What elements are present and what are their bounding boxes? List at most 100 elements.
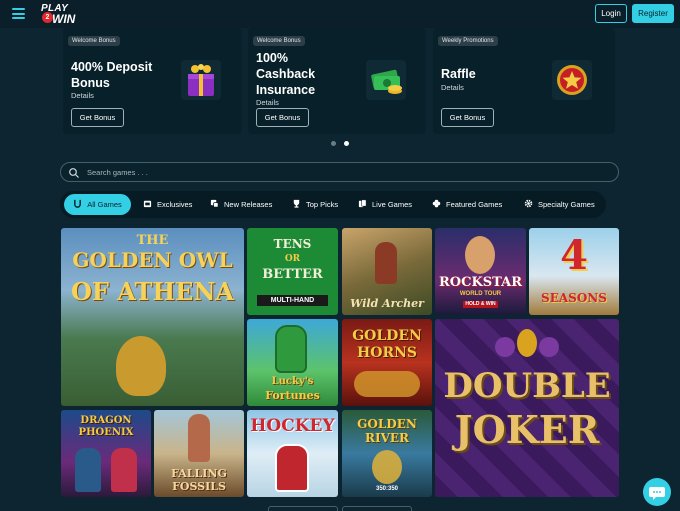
promo-title-line: 400% Deposit (71, 60, 153, 74)
game-title-line: OR (284, 254, 301, 264)
register-button[interactable]: Register (632, 4, 674, 23)
promo-card-deposit-bonus: Welcome Bonus 400% Deposit Bonus Details… (63, 28, 242, 134)
game-title-line: THE (136, 233, 169, 248)
hockey-player-illustration (275, 444, 309, 492)
game-title-line: JOKER (454, 407, 600, 452)
promo-card-raffle: Weekly Promotions Raffle Details Get Bon… (433, 28, 615, 134)
game-title-line: SEASONS (541, 291, 607, 305)
game-tile-falling-fossils[interactable]: FALLING FOSSILS (154, 410, 244, 497)
promo-title-line: Raffle (441, 67, 476, 81)
leprechaun-illustration (275, 325, 307, 373)
game-tile-golden-horns[interactable]: GOLDEN HORNS (342, 319, 432, 406)
search-input[interactable] (87, 165, 607, 179)
login-button[interactable]: Login (595, 4, 627, 23)
promo-title-line: Insurance (256, 83, 316, 97)
get-bonus-button[interactable]: Get Bonus (441, 108, 494, 127)
archer-illustration (375, 242, 397, 284)
carousel-dot[interactable] (331, 141, 336, 146)
game-title-line: FALLING (171, 467, 227, 480)
tab-exclusives[interactable]: Exclusives (143, 194, 192, 215)
get-bonus-button[interactable]: Get Bonus (71, 108, 124, 127)
promo-badge: Welcome Bonus (253, 36, 305, 46)
game-title-line: Lucky's (271, 376, 314, 387)
game-title-line: 350:350 (375, 486, 399, 492)
logo-win-text: WIN (52, 12, 76, 26)
game-title-line: HORNS (357, 345, 417, 361)
tab-new-releases[interactable]: New Releases (210, 194, 272, 215)
trophy-icon (293, 199, 300, 208)
promo-badge: Weekly Promotions (438, 36, 498, 46)
river-illustration (372, 450, 402, 484)
tab-label: Live Games (372, 200, 413, 209)
promo-card-cashback: Welcome Bonus 100% Cashback Insurance De… (248, 28, 426, 134)
game-title-line: GOLDEN OWL (72, 248, 233, 272)
game-tile-golden-river[interactable]: GOLDEN RIVER 350:350 (342, 410, 432, 497)
star-medal-icon (552, 60, 592, 100)
search-bar (60, 162, 619, 182)
play2win-logo[interactable]: PLAY 2 WIN (38, 2, 88, 26)
game-title-line: TENS (273, 237, 312, 251)
game-title-line: BETTER (262, 267, 323, 282)
tab-featured-games[interactable]: Featured Games (432, 194, 502, 215)
game-title-line: HOLD & WIN (463, 301, 498, 308)
promo-title-line: Cashback (256, 67, 316, 81)
tab-live-games[interactable]: Live Games (358, 194, 412, 215)
carousel-dot-active[interactable] (344, 141, 349, 146)
tab-label: Specialty Games (538, 200, 595, 209)
game-title-line: GOLDEN (352, 328, 422, 344)
promo-details-link[interactable]: Details (71, 91, 94, 100)
game-title-line: MULTI-HAND (257, 295, 328, 306)
hero-illustration (75, 448, 101, 492)
promo-title: 400% Deposit Bonus (71, 59, 152, 91)
tab-specialty-games[interactable]: Specialty Games (524, 194, 595, 215)
promo-title: Raffle (441, 66, 476, 82)
jester-hat-illustration (495, 329, 559, 367)
gear-icon (524, 199, 533, 208)
owl-illustration (116, 336, 166, 396)
chat-bubble-icon (649, 487, 665, 500)
game-tile-tens-or-better[interactable]: TENS OR BETTER MULTI-HAND (247, 228, 338, 315)
promo-title-line: 100% (256, 51, 288, 65)
dice-icon (210, 199, 219, 208)
heroine-illustration (111, 448, 137, 492)
tab-all-games[interactable]: All Games (64, 194, 131, 215)
game-title-line: PHOENIX (78, 427, 134, 438)
game-tile-golden-owl-of-athena[interactable]: THE GOLDEN OWL OF ATHENA (61, 228, 244, 406)
game-title-line: WORLD TOUR (459, 291, 502, 297)
get-bonus-button[interactable]: Get Bonus (256, 108, 309, 127)
hamburger-menu-icon[interactable] (12, 8, 25, 19)
promo-details-link[interactable]: Details (441, 83, 464, 92)
search-icon (69, 168, 79, 178)
promo-title: 100% Cashback Insurance (256, 50, 315, 98)
live-chat-button[interactable] (643, 478, 671, 506)
cash-stack-icon (366, 60, 406, 100)
game-tile-hockey[interactable]: HOCKEY (247, 410, 338, 497)
game-tile-4-seasons[interactable]: 4 SEASONS (529, 228, 619, 315)
promo-badge: Welcome Bonus (68, 36, 120, 46)
game-title-line: ROCKSTAR (438, 275, 522, 290)
game-title-line: Wild Archer (350, 297, 424, 310)
game-tile-luckys-fortunes[interactable]: Lucky's Fortunes (247, 319, 338, 406)
tab-top-picks[interactable]: Top Picks (292, 194, 338, 215)
game-title-line: Fortunes (265, 389, 320, 402)
promo-details-link[interactable]: Details (256, 98, 279, 107)
slot-machine-icon (143, 200, 152, 208)
game-tile-rockstar[interactable]: ROCKSTAR WORLD TOUR HOLD & WIN (435, 228, 526, 315)
game-title-line: RIVER (364, 431, 409, 445)
gift-box-icon (181, 60, 221, 100)
pagination-button[interactable] (342, 506, 412, 511)
game-category-tabs: All Games Exclusives New Releases Top Pi… (60, 191, 606, 218)
game-tile-double-joker[interactable]: DOUBLE JOKER (435, 319, 619, 497)
game-title-line: GOLDEN (357, 417, 417, 431)
game-title-line: 4 (560, 232, 588, 279)
game-title-line: DRAGON (80, 415, 132, 426)
tab-label: Featured Games (446, 200, 503, 209)
pagination-button[interactable] (268, 506, 338, 511)
game-title-line: HOCKEY (250, 416, 335, 436)
game-tile-wild-archer[interactable]: Wild Archer (342, 228, 432, 315)
game-title-line: FOSSILS (172, 480, 226, 493)
tab-label: All Games (87, 200, 122, 209)
tab-label: Top Picks (306, 200, 339, 209)
golden-bulls-illustration (354, 371, 420, 397)
game-tile-dragon-phoenix[interactable]: DRAGON PHOENIX (61, 410, 151, 497)
